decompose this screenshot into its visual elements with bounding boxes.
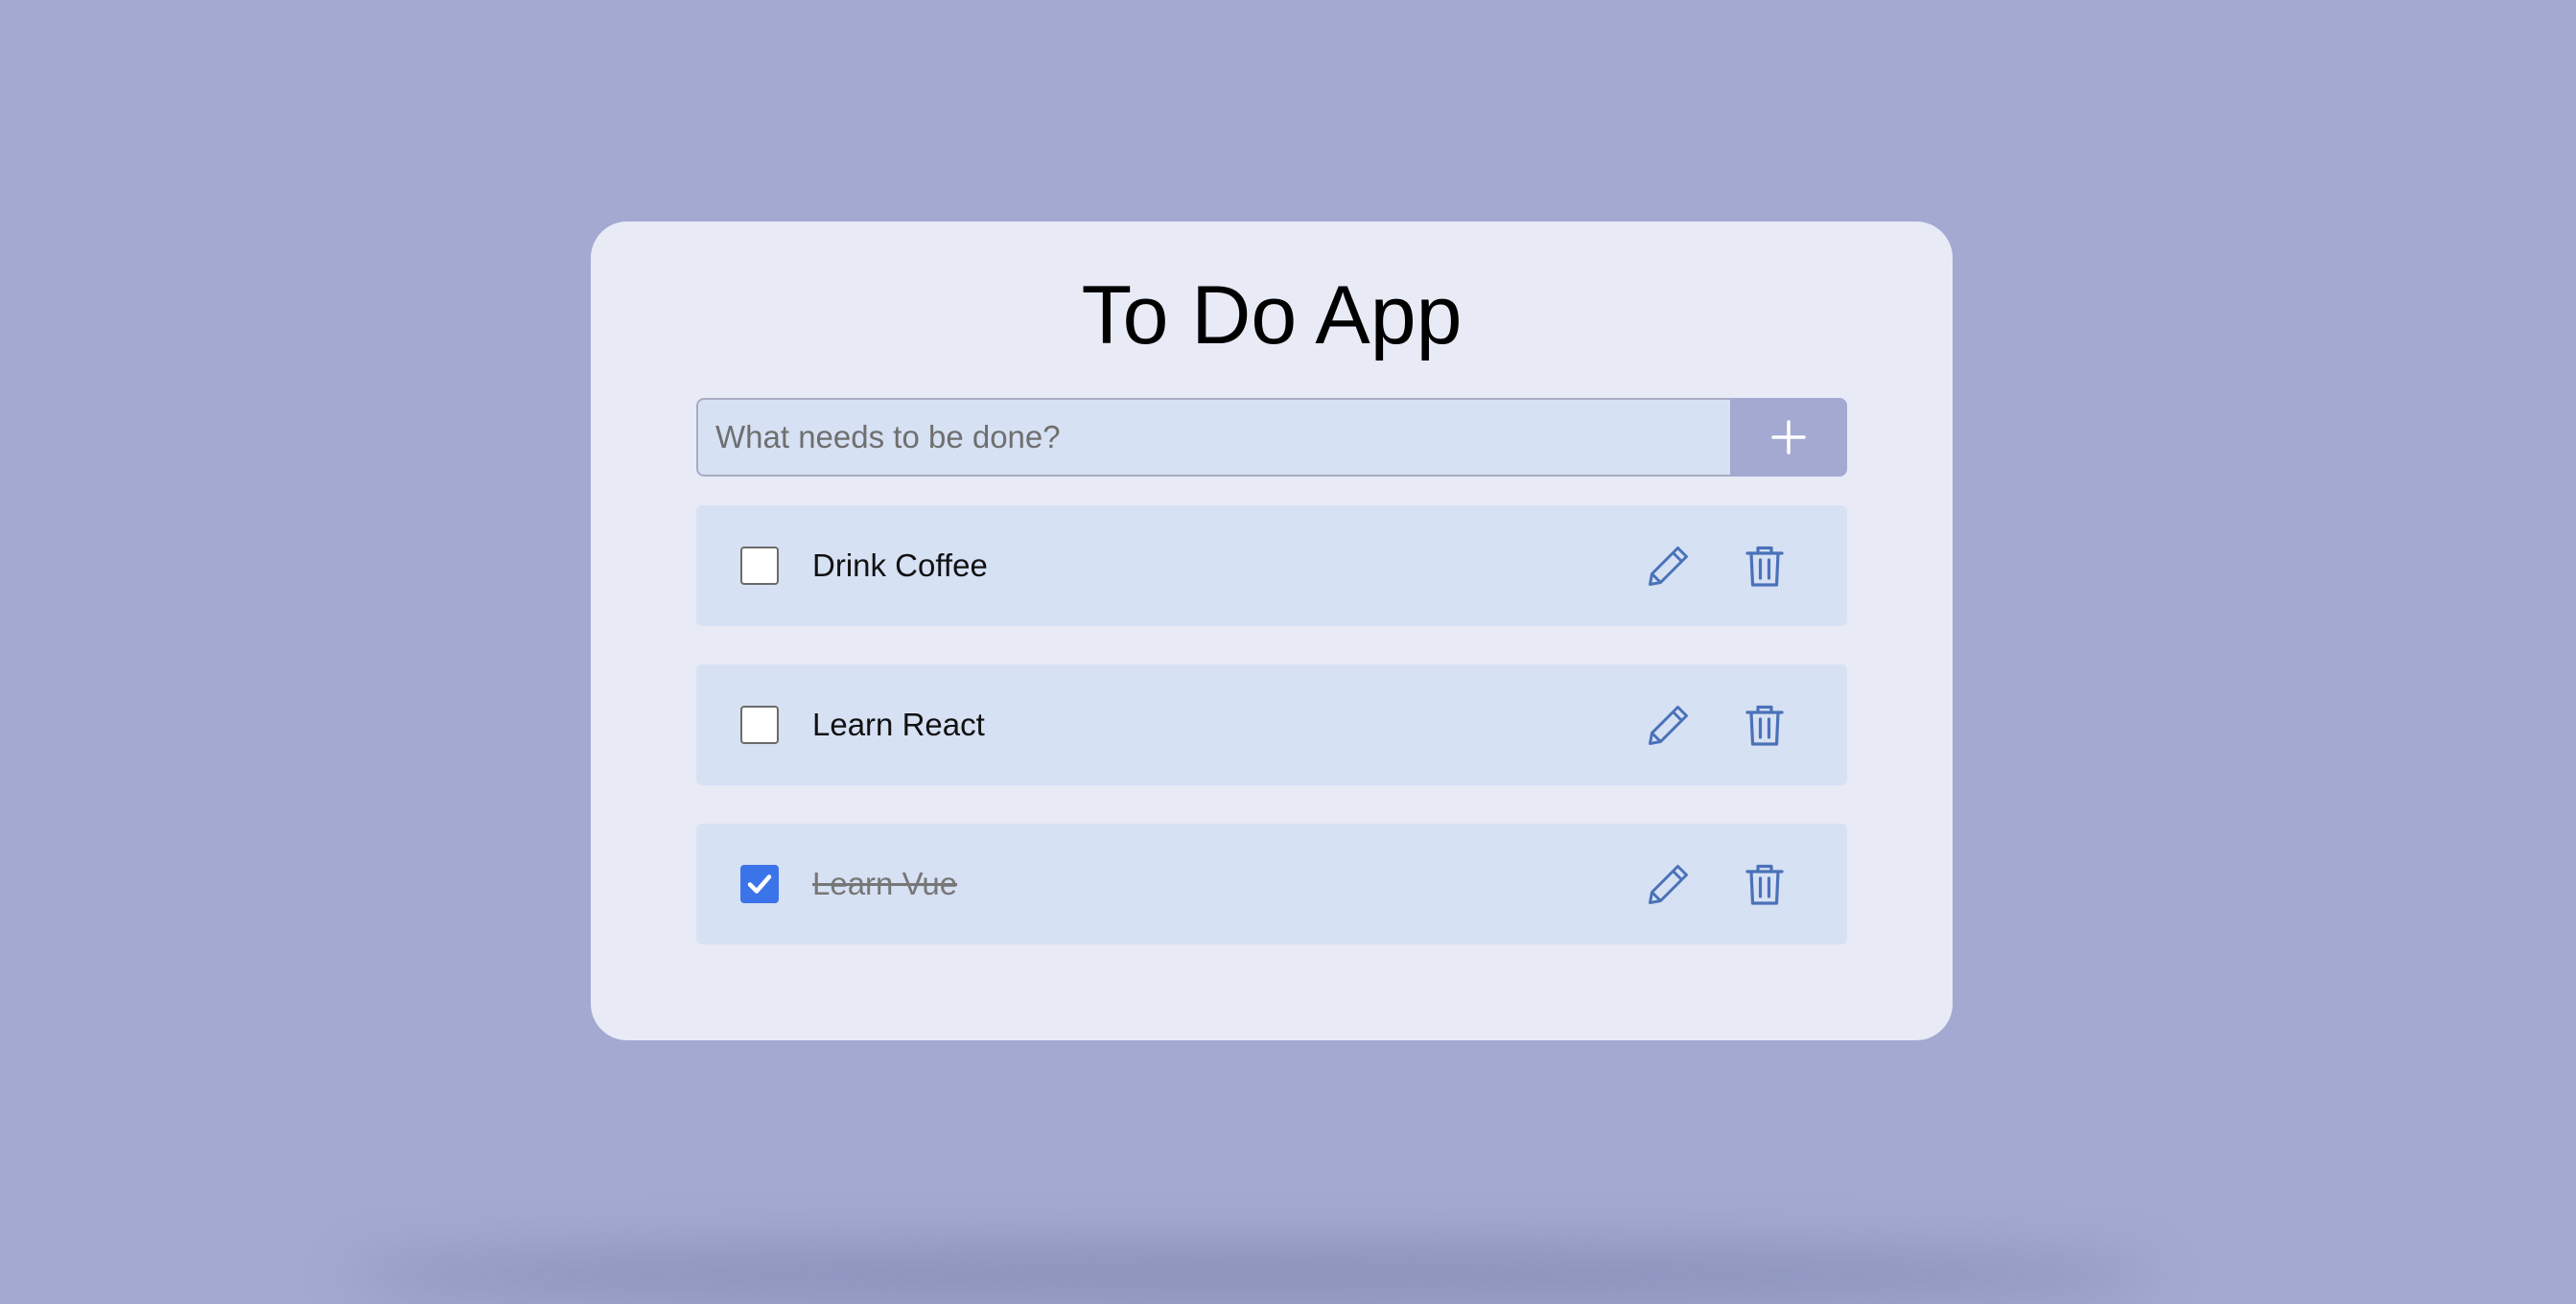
todo-text: Learn Vue <box>812 866 958 901</box>
check-icon <box>747 874 772 894</box>
pencil-icon <box>1649 865 1688 904</box>
edit-button[interactable] <box>1646 543 1692 589</box>
todo-text: Drink Coffee <box>812 547 988 583</box>
todo-item: Learn Vue <box>696 824 1847 944</box>
todo-checkbox[interactable] <box>740 865 779 903</box>
trash-icon <box>1745 705 1784 746</box>
todo-text: Learn React <box>812 707 985 742</box>
delete-button[interactable] <box>1742 861 1788 907</box>
edit-button[interactable] <box>1646 702 1692 748</box>
pencil-icon <box>1649 706 1688 745</box>
add-todo-button[interactable] <box>1730 398 1847 477</box>
new-todo-input[interactable] <box>696 398 1730 477</box>
delete-button[interactable] <box>1742 543 1788 589</box>
todo-checkbox[interactable] <box>740 706 779 744</box>
todo-list: Drink Coffee Learn React Learn Vue <box>696 505 1847 983</box>
trash-icon <box>1745 546 1784 587</box>
bottom-shadow <box>345 1246 2158 1304</box>
delete-button[interactable] <box>1742 702 1788 748</box>
trash-icon <box>1745 864 1784 905</box>
pencil-icon <box>1649 547 1688 586</box>
new-todo-form <box>696 398 1847 477</box>
page-title: To Do App <box>1081 269 1463 361</box>
todo-item: Drink Coffee <box>696 505 1847 626</box>
plus-icon <box>1771 420 1806 454</box>
todo-checkbox[interactable] <box>740 547 779 585</box>
edit-button[interactable] <box>1646 861 1692 907</box>
todo-card: To Do App Drink Coffee <box>591 221 1953 1040</box>
todo-item: Learn React <box>696 664 1847 785</box>
